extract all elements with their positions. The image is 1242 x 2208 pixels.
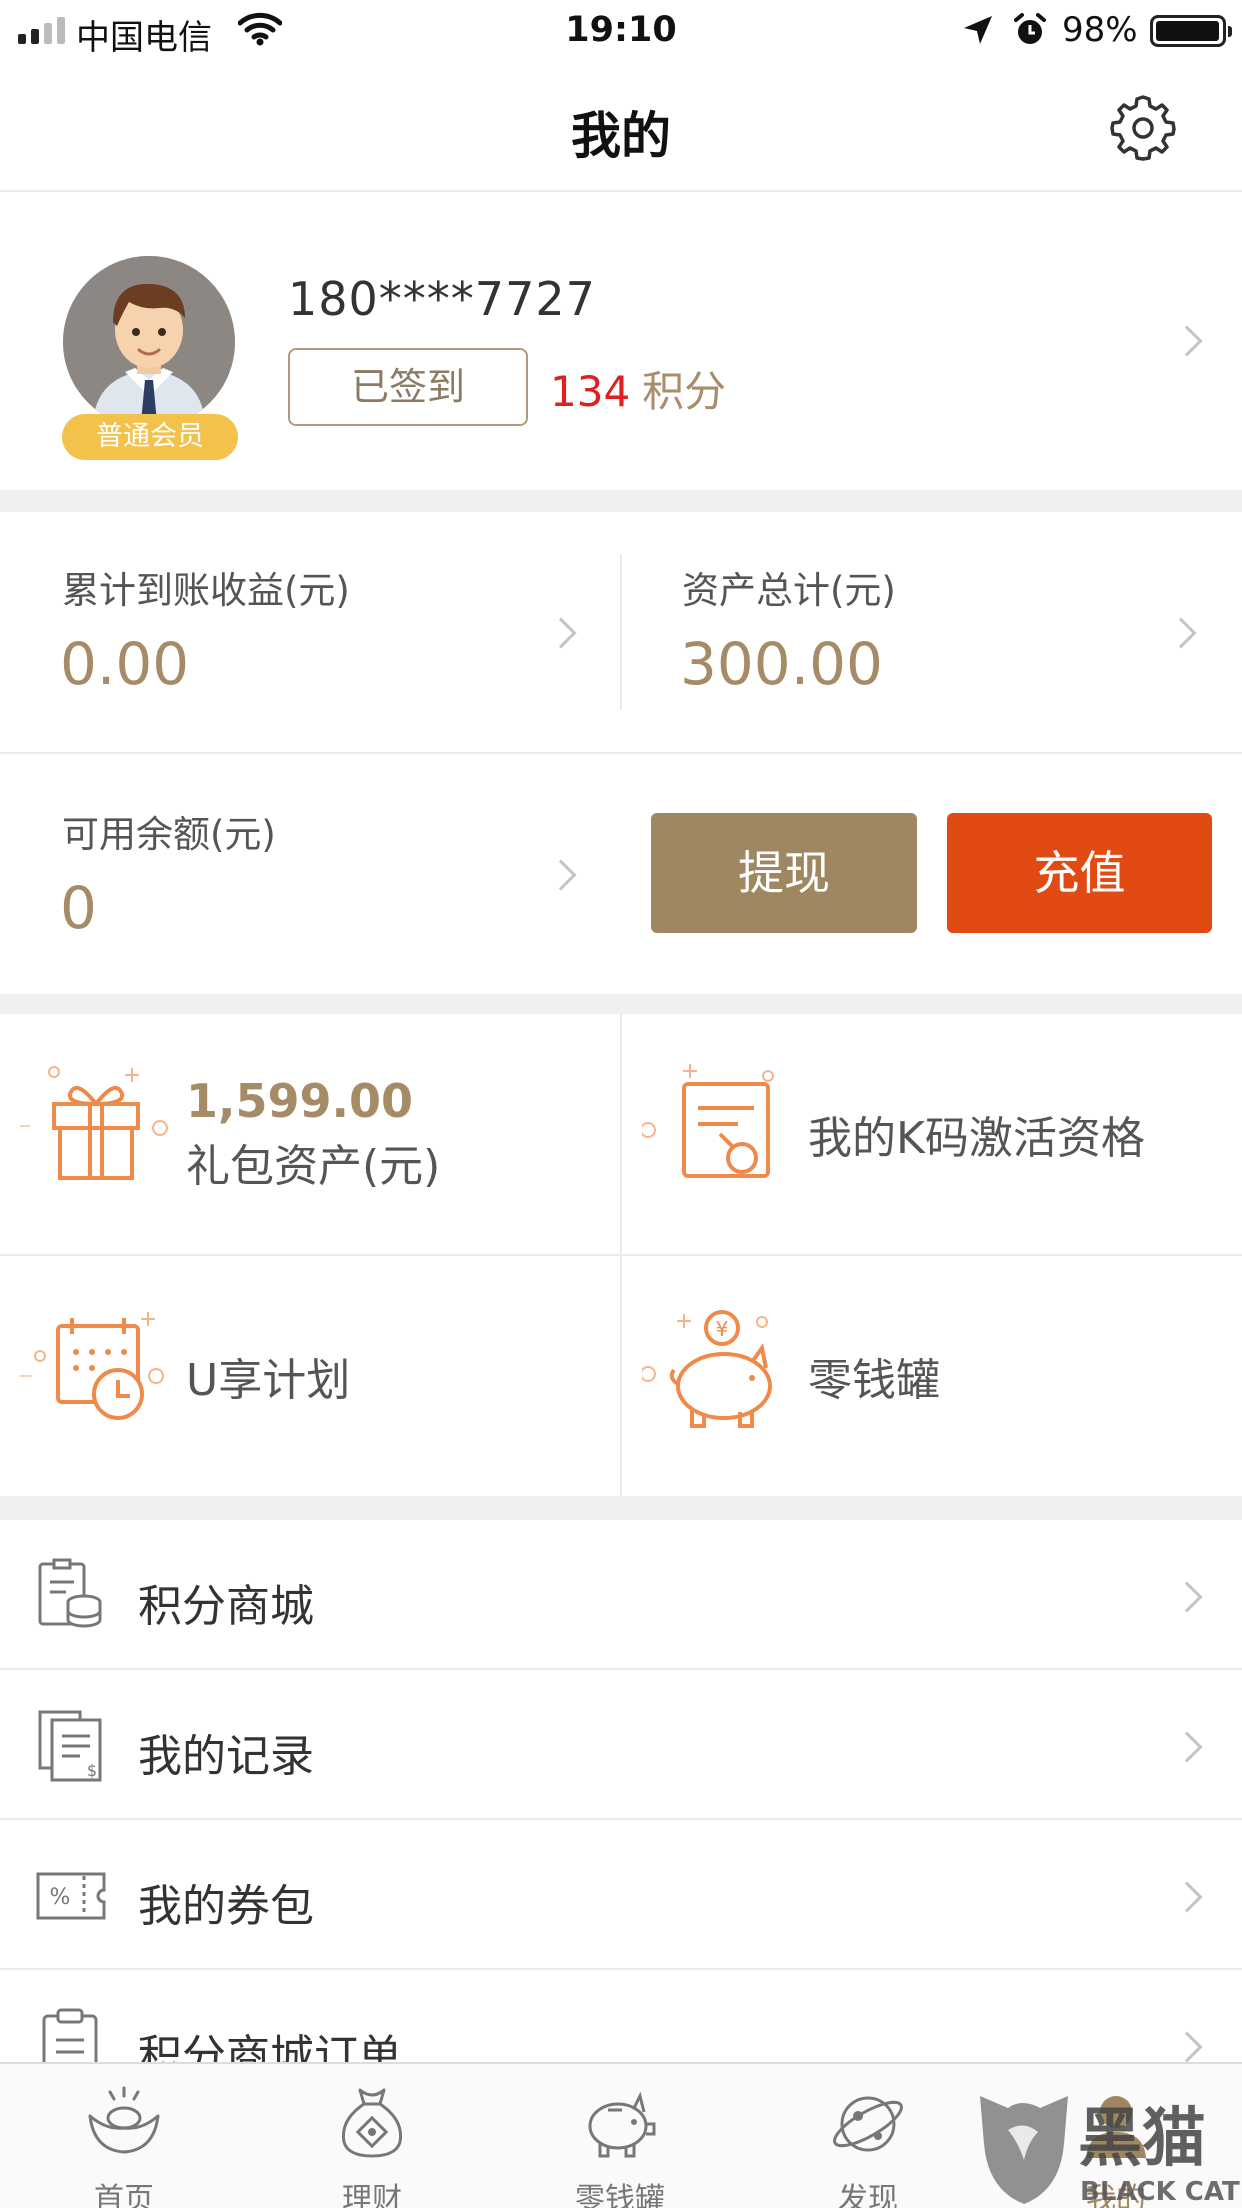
section-divider [0, 1496, 1242, 1520]
balance-section: 可用余额(元) 0 提现 充值 [0, 756, 1242, 994]
earnings-card[interactable]: 累计到账收益(元) 0.00 [0, 512, 620, 752]
balance-value: 0 [60, 874, 97, 942]
piggy-cell[interactable]: ¥ 零钱罐 [622, 1256, 1242, 1496]
points-unit: 积分 [642, 367, 727, 416]
assets-label: 资产总计(元) [682, 569, 896, 612]
list-item-label: 我的券包 [138, 1881, 314, 1932]
svg-text:%: % [50, 1885, 71, 1910]
battery-percent: 98% [1062, 10, 1138, 50]
alarm-icon [1014, 13, 1046, 44]
coupon-icon: % [36, 1872, 106, 1920]
gear-icon[interactable] [1108, 93, 1178, 163]
svg-text:¥: ¥ [716, 1317, 729, 1341]
points-display[interactable]: 134 积分 [550, 358, 726, 419]
tab-label: 首页 [94, 2182, 154, 2208]
calendar-clock-icon [20, 1312, 164, 1420]
chevron-right-icon [545, 859, 577, 891]
list-item[interactable]: $ 我的记录 [0, 1670, 1242, 1820]
chevron-right-icon [1171, 325, 1203, 357]
status-time: 19:10 [565, 10, 677, 50]
avatar-illustration [63, 256, 235, 428]
gift-assets-value: 1,599.00 [186, 1074, 413, 1128]
black-cat-watermark: 黑猫 BLACK CAT [980, 2096, 1240, 2207]
tab-piggy[interactable]: 零钱罐 [496, 2064, 744, 2208]
points-value: 134 [550, 367, 631, 416]
profile-card[interactable]: 普通会员 180****7727 已签到 134 积分 [0, 194, 1242, 490]
stats-section: 累计到账收益(元) 0.00 资产总计(元) 300.00 [0, 512, 1242, 754]
chevron-right-icon [1171, 2031, 1203, 2063]
tab-label: 理财 [342, 2182, 402, 2208]
list-item-label: 我的记录 [138, 1731, 314, 1782]
svg-text:黑猫: 黑猫 [1078, 2102, 1206, 2176]
tab-discover[interactable]: 发现 [744, 2064, 992, 2208]
avatar[interactable] [63, 256, 235, 428]
piggy-label: 零钱罐 [808, 1355, 940, 1406]
piggy-bank-icon [588, 2091, 656, 2158]
nav-bar: 我的 [0, 62, 1242, 192]
assets-value: 300.00 [680, 630, 883, 698]
piggy-bank-coin-icon: ¥ [642, 1310, 772, 1428]
signin-button[interactable]: 已签到 [288, 348, 528, 426]
chevron-right-icon [545, 617, 577, 649]
chevron-right-icon [1171, 1731, 1203, 1763]
section-divider [0, 490, 1242, 512]
balance-label: 可用余额(元) [62, 813, 276, 856]
gift-icon [20, 1066, 168, 1180]
feature-grid: 1,599.00 礼包资产(元) 我的K码激活资格 U享计划 ¥ 零钱罐 [0, 1014, 1242, 1496]
gold-ingot-icon [88, 2086, 160, 2154]
location-arrow-icon [964, 16, 992, 44]
money-bag-icon [341, 2088, 403, 2158]
kcode-activation-icon [642, 1064, 774, 1178]
member-level-badge: 普通会员 [62, 414, 238, 460]
svg-text:$: $ [87, 1761, 97, 1780]
chevron-right-icon [1171, 1581, 1203, 1613]
svg-text:BLACK CAT: BLACK CAT [1080, 2177, 1240, 2207]
status-bar: 中国电信 19:10 98% [0, 0, 1242, 62]
withdraw-button[interactable]: 提现 [651, 813, 917, 933]
coins-icon [38, 1558, 102, 1628]
chevron-right-icon [1165, 617, 1197, 649]
balance-card[interactable]: 可用余额(元) 0 [0, 756, 600, 994]
kcode-label: 我的K码激活资格 [808, 1113, 1145, 1164]
records-icon: $ [38, 1710, 102, 1782]
gift-assets-label: 礼包资产(元) [186, 1141, 441, 1192]
tab-home[interactable]: 首页 [0, 2064, 248, 2208]
tab-finance[interactable]: 理财 [248, 2064, 496, 2208]
earnings-label: 累计到账收益(元) [62, 569, 350, 612]
chevron-right-icon [1171, 1881, 1203, 1913]
section-divider [0, 994, 1242, 1014]
list-item-label: 积分商城 [138, 1581, 314, 1632]
list-item[interactable]: % 我的券包 [0, 1820, 1242, 1970]
list-item[interactable]: 积分商城 [0, 1520, 1242, 1670]
assets-card[interactable]: 资产总计(元) 300.00 [622, 512, 1242, 752]
kcode-cell[interactable]: 我的K码激活资格 [622, 1014, 1242, 1254]
earnings-value: 0.00 [60, 630, 190, 698]
gift-assets-cell[interactable]: 1,599.00 礼包资产(元) [0, 1014, 620, 1254]
planet-icon [833, 2096, 903, 2152]
tab-label: 零钱罐 [575, 2182, 665, 2208]
uplan-cell[interactable]: U享计划 [0, 1256, 620, 1496]
page-title: 我的 [571, 107, 671, 165]
uplan-label: U享计划 [186, 1355, 351, 1406]
recharge-button[interactable]: 充值 [947, 813, 1212, 933]
user-phone: 180****7727 [288, 272, 596, 326]
tab-label: 发现 [838, 2182, 898, 2208]
battery-icon [1150, 15, 1232, 47]
